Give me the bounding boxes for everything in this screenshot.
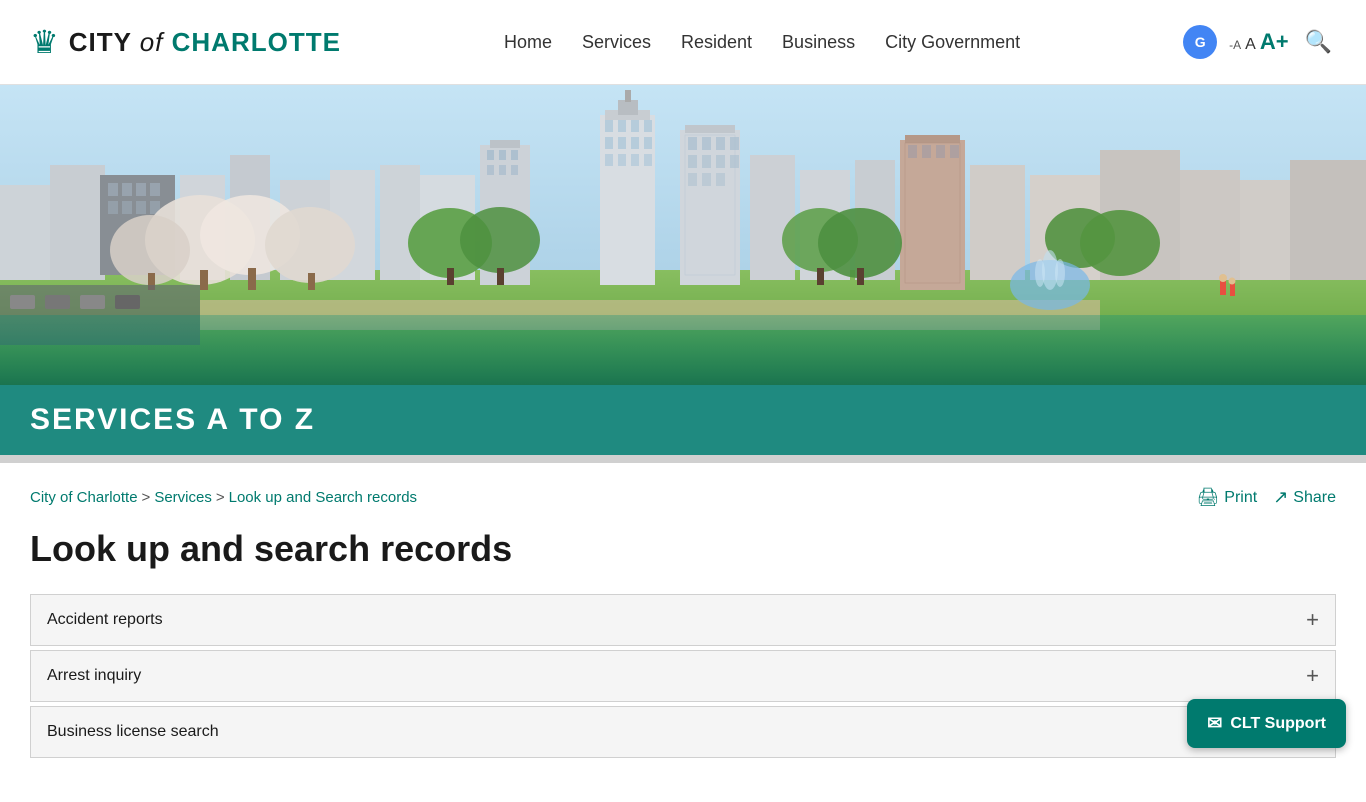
- print-icon: 🖨: [1196, 487, 1219, 508]
- logo-city: CITY: [69, 27, 132, 57]
- separator: [0, 455, 1366, 463]
- clt-support-button[interactable]: ✉ CLT Support: [1187, 699, 1346, 748]
- accordion-header-accident-reports[interactable]: Accident reports +: [31, 595, 1335, 645]
- accordion-plus-arrest-inquiry: +: [1306, 665, 1319, 687]
- share-button[interactable]: ↗ Share: [1273, 487, 1336, 508]
- accordion-label-arrest-inquiry: Arrest inquiry: [47, 667, 141, 685]
- font-large-button[interactable]: A+: [1260, 29, 1289, 55]
- clt-support-label: CLT Support: [1230, 715, 1326, 733]
- breadcrumb-home[interactable]: City of Charlotte: [30, 489, 138, 506]
- accordion-item-business-license[interactable]: Business license search +: [30, 706, 1336, 758]
- font-medium-button[interactable]: A: [1245, 36, 1256, 54]
- accordion-item-accident-reports[interactable]: Accident reports +: [30, 594, 1336, 646]
- print-button[interactable]: 🖨 Print: [1196, 487, 1257, 508]
- accordion-header-arrest-inquiry[interactable]: Arrest inquiry +: [31, 651, 1335, 701]
- hero-image: [0, 85, 1366, 385]
- share-label: Share: [1293, 489, 1336, 507]
- nav-resident[interactable]: Resident: [681, 32, 752, 53]
- font-size-controls: -A A A+: [1229, 29, 1288, 55]
- site-logo-text: CITY of CHARLOTTE: [69, 27, 341, 58]
- nav-business[interactable]: Business: [782, 32, 855, 53]
- logo-of: of: [140, 27, 164, 57]
- hero-skyline-svg: [0, 85, 1366, 385]
- breadcrumb-current: Look up and Search records: [229, 489, 417, 506]
- site-header: ♛ CITY of CHARLOTTE Home Services Reside…: [0, 0, 1366, 85]
- breadcrumb-sep-2: >: [216, 489, 225, 506]
- logo[interactable]: ♛ CITY of CHARLOTTE: [30, 23, 341, 61]
- page-title: SERVICES A TO Z: [30, 403, 315, 436]
- nav-home[interactable]: Home: [504, 32, 552, 53]
- accordion-list: Accident reports + Arrest inquiry + Busi…: [30, 594, 1336, 758]
- logo-charlotte: CHARLOTTE: [172, 27, 341, 57]
- main-nav: Home Services Resident Business City Gov…: [504, 32, 1020, 53]
- search-button[interactable]: 🔍: [1301, 25, 1336, 59]
- header-utilities: G -A A A+ 🔍: [1183, 25, 1336, 59]
- page-title-banner: SERVICES A TO Z: [0, 385, 1366, 455]
- page-heading: Look up and search records: [30, 528, 1336, 570]
- accordion-label-business-license: Business license search: [47, 723, 219, 741]
- breadcrumb-sep-1: >: [142, 489, 151, 506]
- breadcrumb-links: City of Charlotte > Services > Look up a…: [30, 489, 417, 506]
- envelope-icon: ✉: [1207, 713, 1222, 734]
- font-small-button[interactable]: -A: [1229, 38, 1241, 52]
- crown-icon: ♛: [30, 23, 59, 61]
- nav-services[interactable]: Services: [582, 32, 651, 53]
- accordion-label-accident-reports: Accident reports: [47, 611, 163, 629]
- accordion-item-arrest-inquiry[interactable]: Arrest inquiry +: [30, 650, 1336, 702]
- share-icon: ↗: [1273, 487, 1288, 508]
- print-label: Print: [1224, 489, 1257, 507]
- breadcrumb: City of Charlotte > Services > Look up a…: [30, 487, 1336, 508]
- translate-button[interactable]: G: [1183, 25, 1217, 59]
- content-area: City of Charlotte > Services > Look up a…: [0, 463, 1366, 802]
- nav-city-government[interactable]: City Government: [885, 32, 1020, 53]
- breadcrumb-actions: 🖨 Print ↗ Share: [1196, 487, 1336, 508]
- accordion-header-business-license[interactable]: Business license search +: [31, 707, 1335, 757]
- accordion-plus-accident-reports: +: [1306, 609, 1319, 631]
- breadcrumb-services[interactable]: Services: [154, 489, 212, 506]
